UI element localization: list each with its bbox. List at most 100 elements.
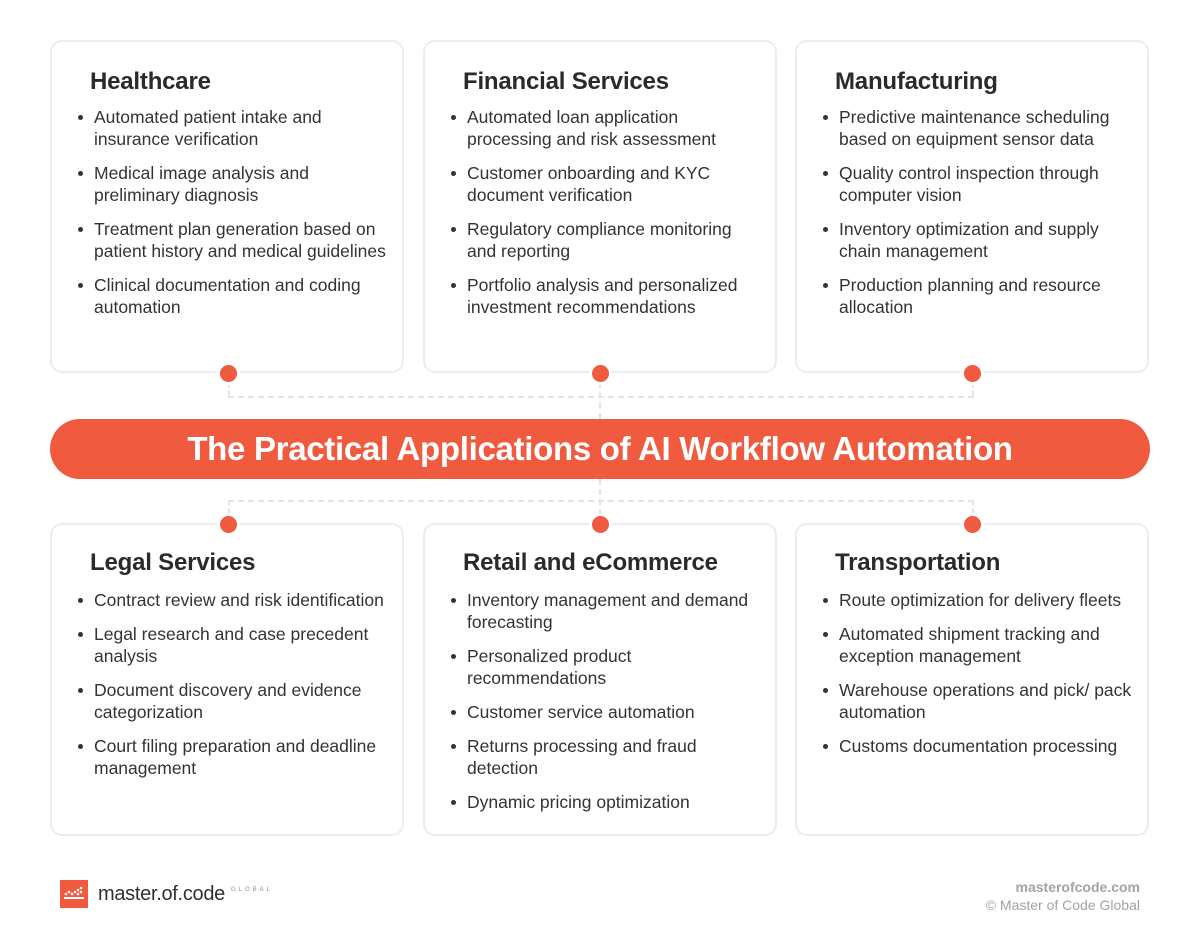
connector-dot xyxy=(961,362,984,385)
bullet-icon xyxy=(451,283,456,288)
list-item: Dynamic pricing optimization xyxy=(449,791,765,813)
bullet-icon xyxy=(823,283,828,288)
list-item-text: Medical image analysis and preliminary d… xyxy=(94,163,309,205)
connector-dot xyxy=(589,513,612,536)
bullet-icon xyxy=(451,710,456,715)
bullet-icon xyxy=(451,598,456,603)
list-item-text: Returns processing and fraud detection xyxy=(467,736,697,778)
bullet-icon xyxy=(78,227,83,232)
list-item-text: Customer service automation xyxy=(467,702,695,722)
list-item-text: Inventory optimization and supply chain … xyxy=(839,219,1099,261)
card-healthcare: Healthcare Automated patient intake and … xyxy=(50,40,404,373)
bullet-icon xyxy=(78,115,83,120)
list-item: Document discovery and evidence categori… xyxy=(76,679,392,723)
card-transportation: Transportation Route optimization for de… xyxy=(795,523,1149,836)
bullet-icon xyxy=(823,632,828,637)
list-item-text: Court filing preparation and deadline ma… xyxy=(94,736,377,778)
card-legal-services: Legal Services Contract review and risk … xyxy=(50,523,404,836)
connector-bottom-left xyxy=(228,500,230,514)
bullet-icon xyxy=(451,800,456,805)
bullet-icon xyxy=(451,227,456,232)
bullet-icon xyxy=(78,598,83,603)
bullet-icon xyxy=(823,744,828,749)
logo-subtext: GLOBAL xyxy=(230,887,273,893)
list-item-text: Route optimization for delivery fleets xyxy=(839,590,1122,610)
list-item-text: Quality control inspection through compu… xyxy=(839,163,1099,205)
card-title: Manufacturing xyxy=(835,68,998,95)
list-item: Inventory optimization and supply chain … xyxy=(821,218,1137,262)
list-item-text: Personalized product recommendations xyxy=(467,646,632,688)
list-item-text: Production planning and resource allocat… xyxy=(839,275,1101,317)
list-item-text: Dynamic pricing optimization xyxy=(467,792,690,812)
connector-bottom-center xyxy=(599,479,601,515)
card-list: Contract review and risk identification L… xyxy=(76,589,392,791)
list-item: Automated loan application processing an… xyxy=(449,106,765,150)
list-item: Inventory management and demand forecast… xyxy=(449,589,765,633)
list-item-text: Customer onboarding and KYC document ver… xyxy=(467,163,711,205)
list-item-text: Legal research and case precedent analys… xyxy=(94,624,369,666)
copyright: © Master of Code Global xyxy=(985,897,1140,913)
list-item-text: Clinical documentation and coding automa… xyxy=(94,275,361,317)
list-item: Predictive maintenance scheduling based … xyxy=(821,106,1137,150)
list-item-text: Automated loan application processing an… xyxy=(467,107,716,149)
list-item-text: Inventory management and demand forecast… xyxy=(467,590,749,632)
list-item: Court filing preparation and deadline ma… xyxy=(76,735,392,779)
logo-mark-icon xyxy=(60,880,88,908)
list-item: Quality control inspection through compu… xyxy=(821,162,1137,206)
bullet-icon xyxy=(451,654,456,659)
card-retail-ecommerce: Retail and eCommerce Inventory managemen… xyxy=(423,523,777,836)
list-item: Personalized product recommendations xyxy=(449,645,765,689)
bullet-icon xyxy=(78,171,83,176)
card-title: Legal Services xyxy=(90,549,256,576)
bullet-icon xyxy=(78,744,83,749)
bullet-icon xyxy=(451,171,456,176)
page-title: The Practical Applications of AI Workflo… xyxy=(187,430,1013,467)
list-item: Returns processing and fraud detection xyxy=(449,735,765,779)
list-item-text: Customs documentation processing xyxy=(839,736,1118,756)
list-item: Customer service automation xyxy=(449,701,765,723)
list-item: Clinical documentation and coding automa… xyxy=(76,274,392,318)
list-item: Automated patient intake and insurance v… xyxy=(76,106,392,150)
bullet-icon xyxy=(78,688,83,693)
connector-bottom xyxy=(228,500,974,502)
card-manufacturing: Manufacturing Predictive maintenance sch… xyxy=(795,40,1149,373)
bullet-icon xyxy=(823,227,828,232)
card-list: Automated patient intake and insurance v… xyxy=(76,106,392,330)
list-item-text: Automated shipment tracking and exceptio… xyxy=(839,624,1100,666)
list-item-text: Automated patient intake and insurance v… xyxy=(94,107,322,149)
bullet-icon xyxy=(823,688,828,693)
footer-credits: masterofcode.com © Master of Code Global xyxy=(986,878,1140,914)
card-list: Automated loan application processing an… xyxy=(449,106,765,330)
list-item-text: Treatment plan generation based on patie… xyxy=(94,219,386,261)
card-title: Healthcare xyxy=(90,68,211,95)
bullet-icon xyxy=(451,115,456,120)
list-item: Contract review and risk identification xyxy=(76,589,392,611)
card-title: Financial Services xyxy=(463,68,669,95)
list-item-text: Predictive maintenance scheduling based … xyxy=(839,107,1110,149)
bullet-icon xyxy=(78,283,83,288)
connector-top-center xyxy=(599,382,601,419)
card-list: Predictive maintenance scheduling based … xyxy=(821,106,1137,330)
list-item: Customer onboarding and KYC document ver… xyxy=(449,162,765,206)
bullet-icon xyxy=(823,598,828,603)
brand-logo: master.of.code GLOBAL xyxy=(60,880,273,908)
connector-dot xyxy=(961,513,984,536)
logo-text: master.of.code xyxy=(98,882,225,905)
list-item: Medical image analysis and preliminary d… xyxy=(76,162,392,206)
card-financial-services: Financial Services Automated loan applic… xyxy=(423,40,777,373)
bullet-icon xyxy=(451,744,456,749)
list-item: Warehouse operations and pick/ pack auto… xyxy=(821,679,1137,723)
card-title: Transportation xyxy=(835,549,1001,576)
list-item: Customs documentation processing xyxy=(821,735,1137,757)
list-item-text: Contract review and risk identification xyxy=(94,590,384,610)
list-item: Treatment plan generation based on patie… xyxy=(76,218,392,262)
connector-top xyxy=(228,396,974,398)
list-item-text: Document discovery and evidence categori… xyxy=(94,680,362,722)
list-item: Portfolio analysis and personalized inve… xyxy=(449,274,765,318)
list-item: Legal research and case precedent analys… xyxy=(76,623,392,667)
list-item-text: Warehouse operations and pick/ pack auto… xyxy=(839,680,1132,722)
list-item-text: Portfolio analysis and personalized inve… xyxy=(467,275,738,317)
card-list: Route optimization for delivery fleets Au… xyxy=(821,589,1137,769)
connector-dot xyxy=(589,362,612,385)
list-item-text: Regulatory compliance monitoring and rep… xyxy=(467,219,732,261)
